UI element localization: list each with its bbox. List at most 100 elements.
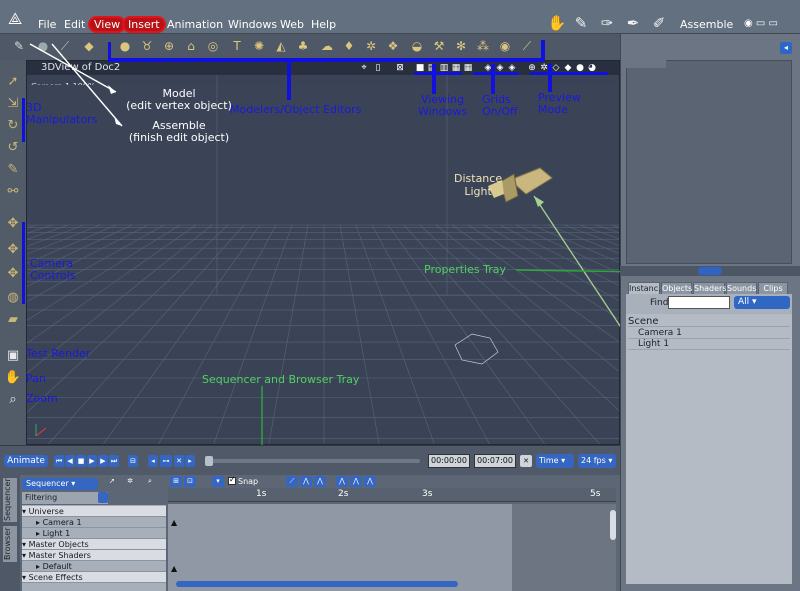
preview-bbox-icon[interactable]: ⊕ — [527, 63, 537, 73]
tab-instances[interactable]: Instanc. — [628, 282, 661, 294]
scale-icon[interactable]: ↺ — [3, 138, 23, 158]
seq-row-master-objects[interactable]: ▾ Master Objects — [22, 539, 166, 550]
seq-row-camera[interactable]: ▸ Camera 1 — [22, 517, 166, 528]
menu-view[interactable]: View — [88, 16, 127, 33]
end-time-field[interactable]: 00:07:00 — [474, 454, 516, 468]
room-model-icon[interactable]: ✎ — [570, 14, 592, 32]
time-scrubber[interactable] — [206, 459, 420, 463]
view-double-icon[interactable]: ▤ — [427, 63, 437, 73]
room-sound-icon[interactable]: ✐ — [648, 14, 670, 32]
time-mode-select[interactable]: Time ▾ — [536, 454, 574, 468]
window-controls[interactable]: ◉ ▭ ▭ — [744, 18, 778, 29]
menu-windows[interactable]: Windows — [228, 18, 277, 31]
scene-row-light[interactable]: Light 1 — [628, 339, 790, 350]
object-editor-icon[interactable]: ◆ — [80, 37, 98, 55]
view-lock-icon[interactable]: ▯ — [373, 63, 383, 73]
seq-move-icon[interactable]: ✲ — [124, 476, 136, 487]
preview-smooth-icon[interactable]: ● — [575, 63, 585, 73]
tab-objects[interactable]: Objects — [661, 282, 692, 294]
play-icon[interactable]: ▶ — [87, 455, 97, 467]
assemble-room-icon[interactable]: ⟋ — [56, 37, 74, 55]
next-key-icon[interactable]: ▸ — [185, 455, 195, 467]
drop-icon[interactable]: ♦ — [340, 37, 358, 55]
snap-checkbox[interactable]: ✓ — [228, 475, 236, 485]
target-icon[interactable]: ◉ — [496, 37, 514, 55]
hierarchy-icon[interactable]: ⁂ — [474, 37, 492, 55]
goto-end-icon[interactable]: ⏭ — [109, 455, 119, 467]
curve-out-icon[interactable]: ⋀ — [350, 476, 362, 487]
grid-toggle-3-icon[interactable]: ◈ — [507, 63, 517, 73]
test-render-icon[interactable]: ▣ — [3, 346, 23, 366]
grid-toggle-2-icon[interactable]: ◈ — [495, 63, 505, 73]
tray-divider-handle[interactable] — [698, 267, 722, 275]
menu-web[interactable]: Web — [280, 18, 304, 31]
prev-key-icon[interactable]: ◂ — [148, 455, 158, 467]
bowl-icon[interactable]: ◒ — [408, 37, 426, 55]
blob-icon[interactable]: ❖ — [384, 37, 402, 55]
camera-move-icon[interactable]: ✥ — [3, 214, 23, 234]
seq-row-universe[interactable]: ▾ Universe — [22, 506, 166, 517]
camera-dolly-icon[interactable]: ✥ — [3, 264, 23, 284]
sequencer-mode-select[interactable]: Sequencer ▾ — [22, 478, 98, 490]
seq-row-master-shaders[interactable]: ▾ Master Shaders — [22, 550, 166, 561]
curve-in-icon[interactable]: ⋀ — [336, 476, 348, 487]
room-render-icon[interactable]: ✒ — [622, 14, 644, 32]
filtering-button[interactable] — [98, 492, 108, 503]
sphere-icon[interactable]: ● — [116, 37, 134, 55]
seq-key-icon[interactable]: ⊡ — [184, 476, 196, 487]
tray-collapse-icon[interactable]: ◂ — [780, 42, 792, 54]
seq-row-light[interactable]: ▸ Light 1 — [22, 528, 166, 539]
menu-edit[interactable]: Edit — [64, 18, 85, 31]
pan-hand-icon[interactable]: ✋ — [3, 368, 23, 388]
camera-pan-icon[interactable]: ✥ — [3, 240, 23, 260]
torus-icon[interactable]: ◎ — [204, 37, 222, 55]
loop-icon[interactable]: ⊟ — [128, 455, 138, 467]
time-scrubber-handle[interactable] — [205, 456, 213, 466]
step-forward-icon[interactable]: ▶ — [98, 455, 108, 467]
fps-select[interactable]: 24 fps ▾ — [578, 454, 616, 468]
menu-file[interactable]: File — [38, 18, 56, 31]
curve-peak-icon[interactable]: ⋀ — [300, 476, 312, 487]
preview-cube-icon[interactable]: ◆ — [563, 63, 573, 73]
view-camera-icon[interactable]: ⌖ — [359, 63, 369, 73]
vertex-icon[interactable]: ● — [34, 37, 52, 55]
filter-select[interactable]: All ▾ — [734, 296, 790, 309]
link-icon[interactable]: ⚯ — [3, 182, 23, 202]
seq-zoom-icon[interactable]: ⌕ — [144, 476, 156, 487]
view-quad2-icon[interactable]: ▦ — [463, 63, 473, 73]
horizontal-scrollbar[interactable] — [176, 581, 458, 587]
delete-key-icon[interactable]: ✕ — [174, 455, 184, 467]
view-triple-icon[interactable]: ▥ — [439, 63, 449, 73]
zoom-icon[interactable]: ⌕ — [3, 390, 23, 410]
terrain-icon[interactable]: ◭ — [272, 37, 290, 55]
grid-toggle-1-icon[interactable]: ◈ — [483, 63, 493, 73]
text-icon[interactable]: T — [228, 37, 246, 55]
view-quad-icon[interactable]: ▦ — [451, 63, 461, 73]
cloud-icon[interactable]: ☁ — [318, 37, 336, 55]
upper-tray-tab[interactable] — [626, 60, 666, 68]
add-key-icon[interactable]: ⊶ — [160, 455, 172, 467]
menu-animation[interactable]: Animation — [167, 18, 223, 31]
keyframe-marker-icon[interactable]: ▲ — [171, 518, 177, 527]
scene-row-camera[interactable]: Camera 1 — [628, 328, 790, 339]
seq-select-icon[interactable]: ➚ — [106, 476, 118, 487]
camera-orbit-icon[interactable]: ◍ — [3, 288, 23, 308]
curve-smooth-icon[interactable]: ⋀ — [364, 476, 376, 487]
room-hand-icon[interactable]: ✋ — [546, 14, 568, 32]
globe-icon[interactable]: ⊕ — [160, 37, 178, 55]
tab-sequencer[interactable]: Sequencer — [3, 478, 17, 522]
tree-icon[interactable]: ♣ — [294, 37, 312, 55]
tab-sounds[interactable]: Sounds — [726, 282, 757, 294]
find-input[interactable] — [668, 296, 730, 309]
tab-shaders[interactable]: Shaders — [693, 282, 727, 294]
skeleton-icon[interactable]: ✻ — [452, 37, 470, 55]
stop-icon[interactable]: ■ — [76, 455, 86, 467]
preview-wire-icon[interactable]: ✲ — [539, 63, 549, 73]
tab-browser[interactable]: Browser — [3, 526, 17, 562]
goblet-icon[interactable]: ♉ — [138, 37, 156, 55]
hammer-icon[interactable]: ⚒ — [430, 37, 448, 55]
room-shader-icon[interactable]: ✑ — [596, 14, 618, 32]
vertical-scrollbar[interactable] — [610, 510, 616, 540]
scene-header[interactable]: Scene — [628, 316, 790, 327]
step-back-icon[interactable]: ◀ — [65, 455, 75, 467]
